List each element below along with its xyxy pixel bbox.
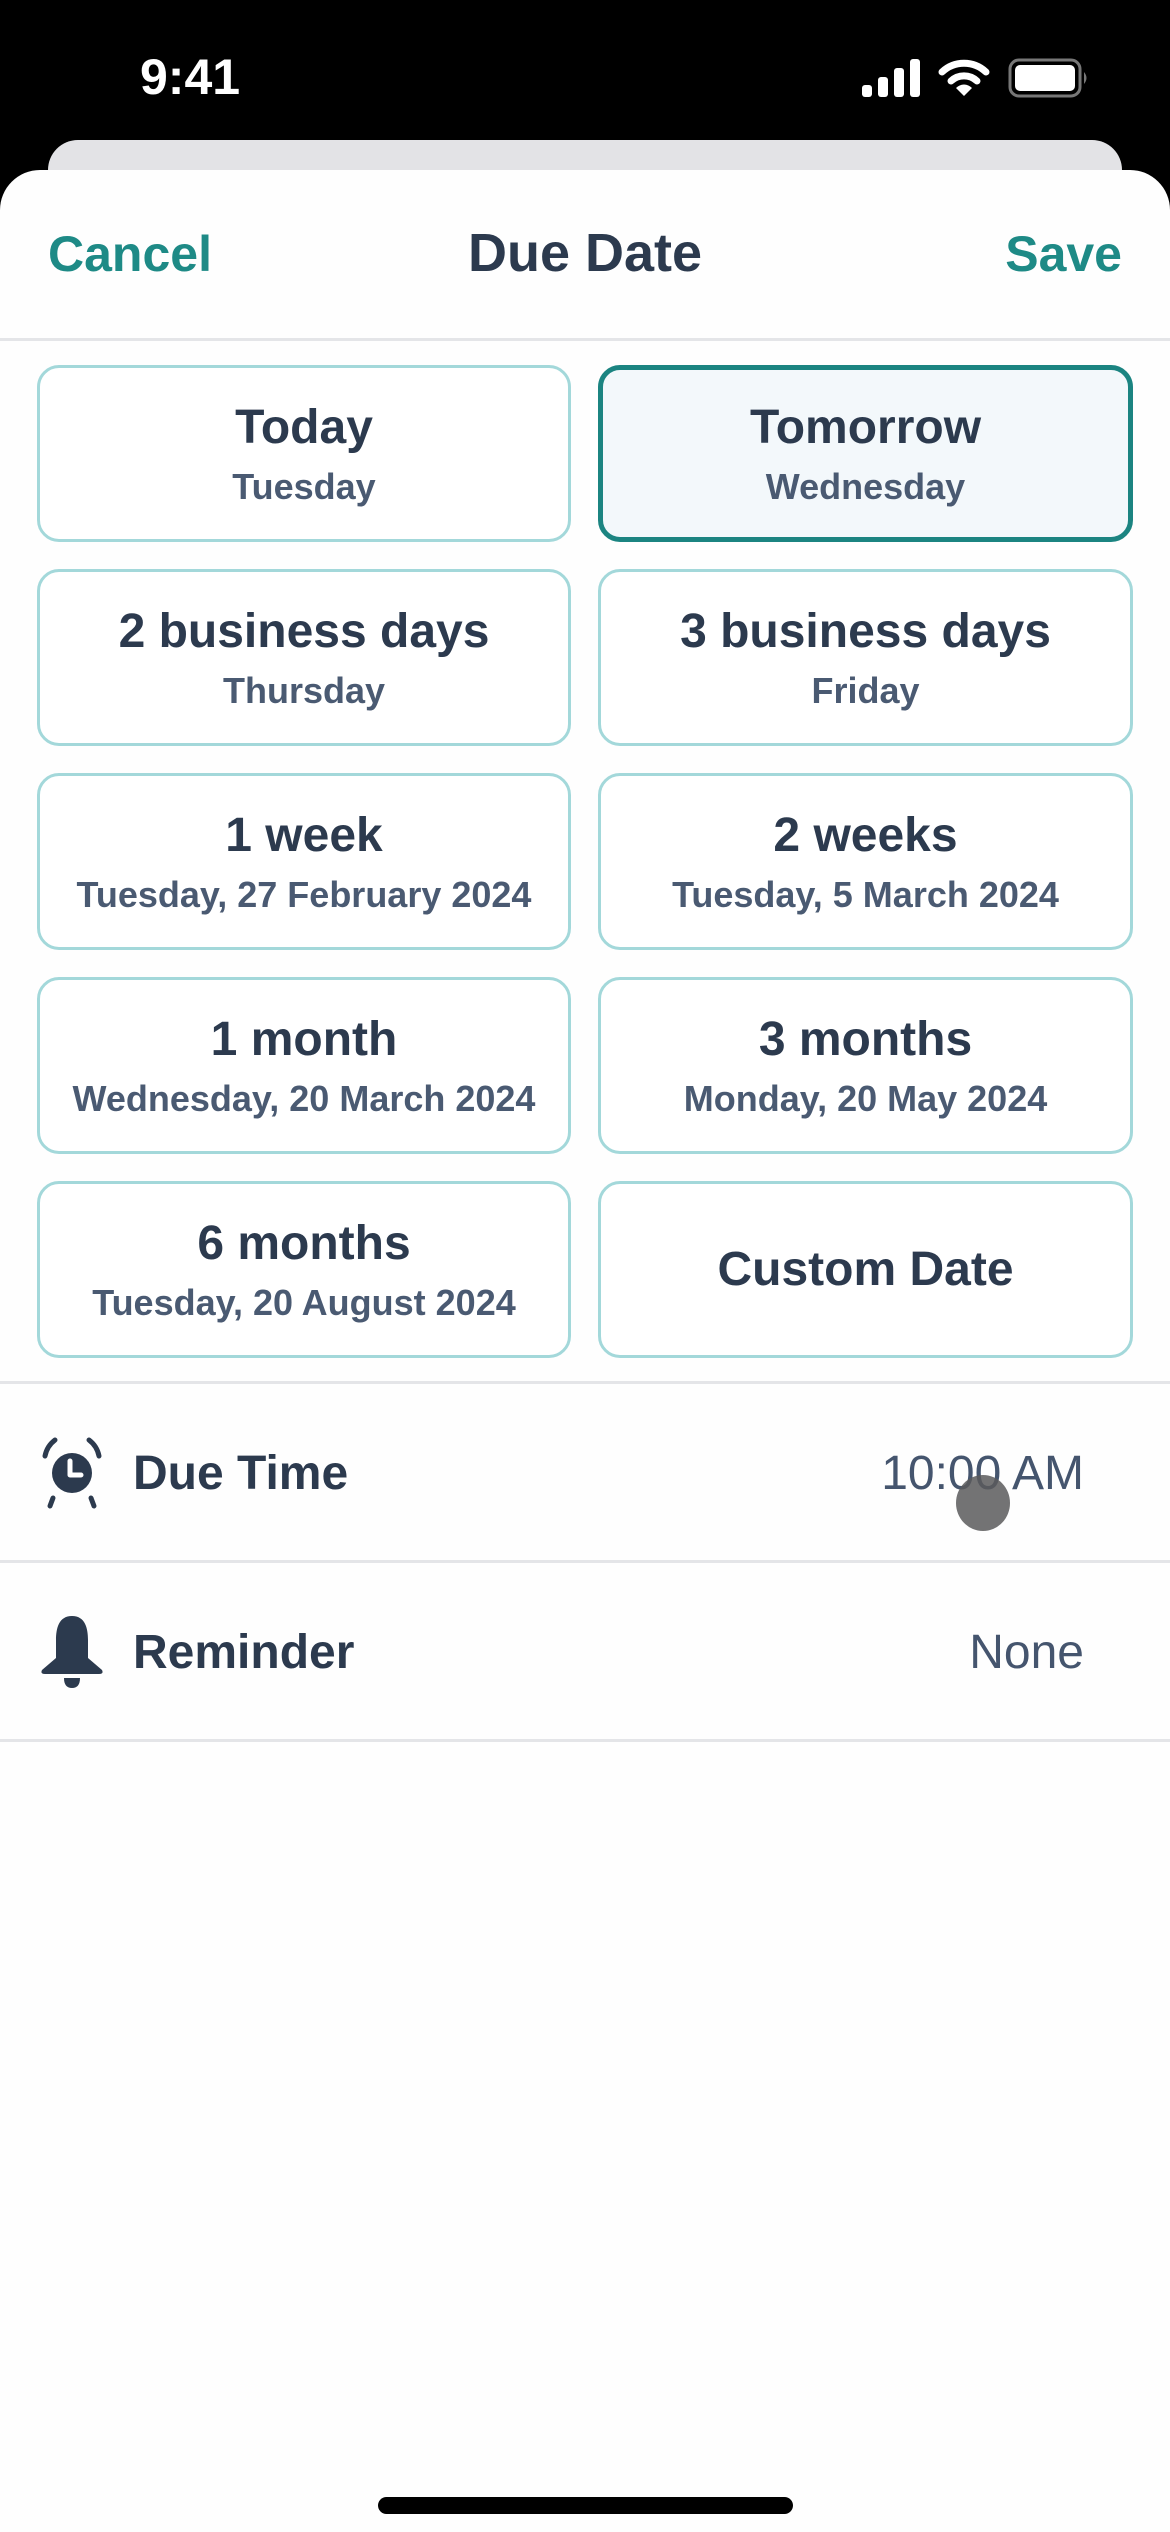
option-subtitle: Tuesday, 20 August 2024 (92, 1282, 516, 1324)
option-title: 2 business days (118, 605, 490, 659)
date-option-2-business-days[interactable]: 2 business days Thursday (37, 569, 571, 746)
date-option-custom-date[interactable]: Custom Date (598, 1181, 1133, 1358)
option-title: Tomorrow (749, 401, 982, 455)
option-subtitle: Tuesday, 5 March 2024 (672, 874, 1059, 916)
alarm-clock-icon (34, 1435, 110, 1511)
status-bar: 9:41 (0, 0, 1170, 140)
battery-icon (1008, 58, 1090, 103)
sheet-header: Cancel Due Date Save (0, 170, 1170, 340)
option-title: 6 months (197, 1217, 411, 1271)
option-title: 1 month (210, 1013, 398, 1067)
option-subtitle: Thursday (222, 670, 386, 712)
reminder-value[interactable]: None (969, 1625, 1084, 1680)
option-title: 3 months (758, 1013, 973, 1067)
option-title: Custom Date (717, 1242, 1014, 1296)
reminder-label: Reminder (133, 1625, 355, 1679)
cellular-signal-icon (862, 59, 920, 102)
option-title: Today (235, 401, 373, 455)
wifi-icon (938, 58, 990, 103)
save-button[interactable]: Save (1005, 225, 1122, 283)
option-title: 2 weeks (773, 809, 958, 863)
touch-indicator (956, 1475, 1010, 1531)
header-divider (0, 338, 1170, 341)
due-date-sheet: Cancel Due Date Save Today Tuesday Tomor… (0, 170, 1170, 2532)
bell-icon (34, 1614, 110, 1690)
due-time-label: Due Time (133, 1446, 349, 1500)
date-option-2-weeks[interactable]: 2 weeks Tuesday, 5 March 2024 (598, 773, 1133, 950)
option-subtitle: Tuesday (232, 466, 376, 508)
status-time: 9:41 (140, 49, 241, 105)
home-indicator[interactable] (378, 2497, 793, 2514)
option-subtitle: Wednesday (765, 466, 966, 508)
due-time-row[interactable]: Due Time 10:00 AM (0, 1384, 1170, 1562)
option-title: 3 business days (680, 605, 1051, 659)
page-title: Due Date (467, 223, 703, 283)
date-option-3-business-days[interactable]: 3 business days Friday (598, 569, 1133, 746)
date-option-1-month[interactable]: 1 month Wednesday, 20 March 2024 (37, 977, 571, 1154)
reminder-row[interactable]: Reminder None (0, 1563, 1170, 1741)
date-option-today[interactable]: Today Tuesday (37, 365, 571, 542)
date-option-6-months[interactable]: 6 months Tuesday, 20 August 2024 (37, 1181, 571, 1358)
date-option-1-week[interactable]: 1 week Tuesday, 27 February 2024 (37, 773, 571, 950)
date-options-grid: Today Tuesday Tomorrow Wednesday 2 busin… (37, 365, 1133, 1358)
option-subtitle: Monday, 20 May 2024 (683, 1078, 1048, 1120)
option-subtitle: Wednesday, 20 March 2024 (72, 1078, 536, 1120)
date-option-3-months[interactable]: 3 months Monday, 20 May 2024 (598, 977, 1133, 1154)
option-title: 1 week (225, 809, 383, 863)
option-subtitle: Friday (811, 670, 920, 712)
status-icons (862, 58, 1090, 103)
reminder-divider (0, 1739, 1170, 1742)
date-option-tomorrow[interactable]: Tomorrow Wednesday (598, 365, 1133, 542)
option-subtitle: Tuesday, 27 February 2024 (76, 874, 532, 916)
